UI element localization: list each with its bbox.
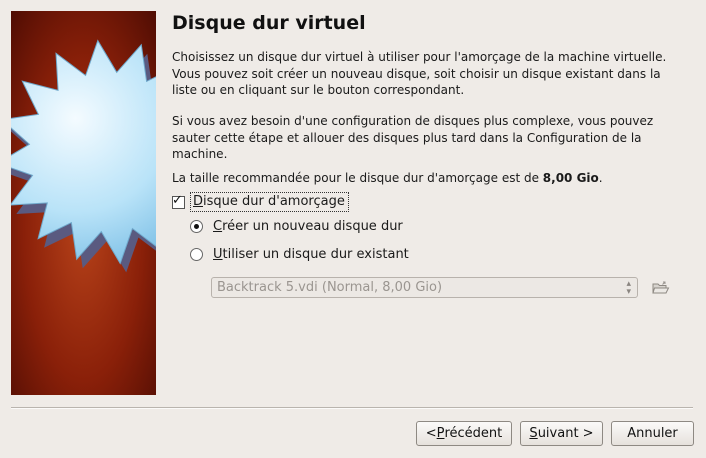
recommended-size-value: 8,00 Gio	[542, 171, 599, 185]
advanced-config-text: Si vous avez besoin d'une configuration …	[172, 114, 654, 161]
radio-use-existing-label[interactable]: Utiliser un disque dur existant	[213, 247, 409, 262]
choose-disk-folder-button[interactable]	[651, 280, 671, 297]
radio-create-new-disk[interactable]: Créer un nouveau disque dur	[190, 219, 403, 234]
recommended-size-text: La taille recommandée pour le disque dur…	[172, 170, 687, 187]
use-existing-label-rest: tiliser un disque dur existant	[222, 247, 409, 262]
create-mnemonic: C	[213, 219, 223, 234]
back-mnemonic: P	[436, 426, 445, 441]
next-label-rest: uivant >	[537, 426, 594, 441]
folder-open-icon	[652, 281, 670, 294]
existing-disk-select-value: Backtrack 5.vdi (Normal, 8,00 Gio)	[217, 280, 443, 295]
recommended-size-prefix: La taille recommandée pour le disque dur…	[172, 171, 543, 185]
boot-disk-label-rest: isque dur d'amorçage	[203, 194, 345, 209]
existing-disk-select[interactable]: Backtrack 5.vdi (Normal, 8,00 Gio) ▴ ▾	[211, 277, 638, 298]
boot-disk-checkbox-label[interactable]: Disque dur d'amorçage	[190, 192, 349, 212]
back-label-rest: récédent	[444, 426, 503, 441]
wizard-banner-image	[11, 11, 156, 395]
cancel-button[interactable]: Annuler	[611, 421, 694, 446]
updown-arrows-icon: ▴ ▾	[626, 279, 631, 297]
boot-disk-checkbox-row[interactable]: ✓ Disque dur d'amorçage	[172, 192, 349, 212]
boot-disk-mnemonic: D	[193, 194, 204, 209]
back-button[interactable]: < Précédent	[416, 421, 512, 446]
button-separator	[11, 407, 693, 409]
checkmark-icon: ✓	[172, 192, 183, 208]
starburst-banner-icon	[11, 11, 156, 395]
back-prefix: <	[425, 426, 437, 441]
radio-create-new-label[interactable]: Créer un nouveau disque dur	[213, 219, 403, 234]
recommended-size-suffix: .	[598, 171, 603, 185]
boot-disk-checkbox[interactable]: ✓	[172, 192, 185, 209]
radio-create-new-indicator[interactable]	[190, 220, 203, 233]
next-button[interactable]: Suivant >	[520, 421, 603, 446]
page-title: Disque dur virtuel	[172, 12, 366, 34]
next-mnemonic: S	[529, 426, 538, 441]
radio-use-existing-disk[interactable]: Utiliser un disque dur existant	[190, 247, 409, 262]
use-existing-mnemonic: U	[213, 247, 223, 262]
radio-use-existing-indicator[interactable]	[190, 248, 203, 261]
create-label-rest: réer un nouveau disque dur	[222, 219, 403, 234]
radio-selected-dot	[194, 224, 199, 229]
intro-text: Choisissez un disque dur virtuel à utili…	[172, 50, 667, 97]
